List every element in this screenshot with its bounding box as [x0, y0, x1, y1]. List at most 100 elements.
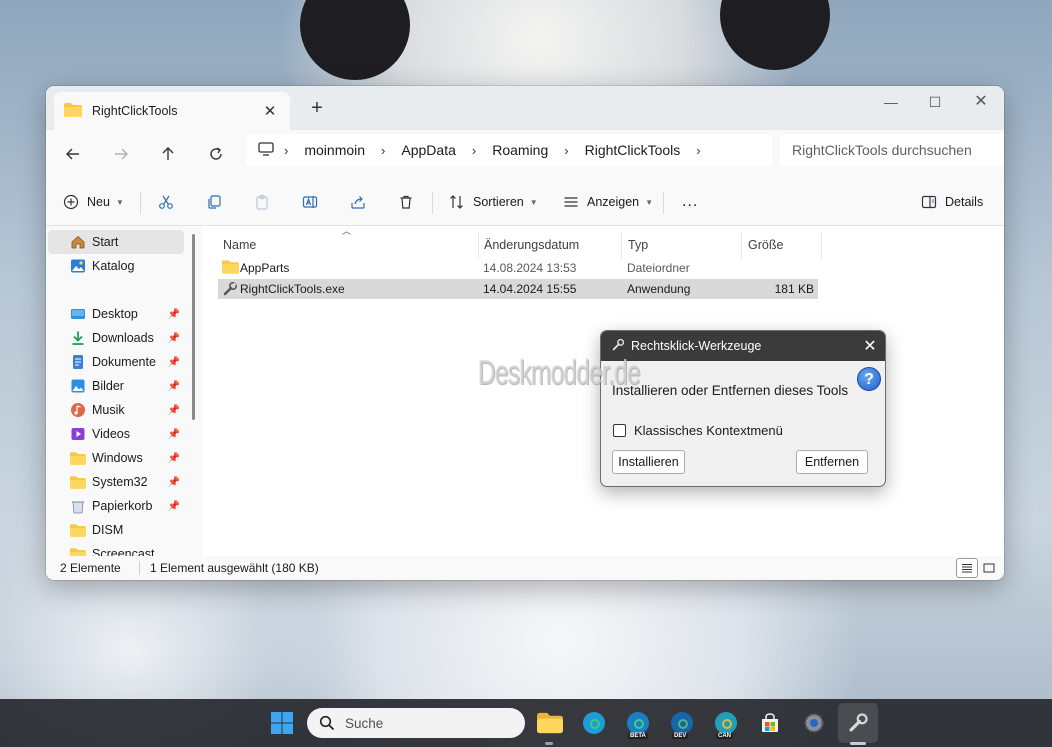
sidebar-item-label: Bilder: [92, 379, 124, 393]
details-button[interactable]: Details: [921, 190, 983, 214]
minimize-icon[interactable]: —: [868, 90, 914, 116]
new-label: Neu: [87, 195, 110, 209]
chevron-right-icon[interactable]: ›: [381, 143, 385, 158]
column-header-name[interactable]: Name: [219, 232, 479, 258]
explorer-tab[interactable]: RightClickTools ✕: [54, 92, 290, 130]
install-button[interactable]: Installieren: [612, 450, 685, 474]
rechtsklick-werkzeuge-dialog: Rechtsklick-Werkzeuge ✕ ? Installieren o…: [600, 330, 886, 487]
edge-beta-icon[interactable]: BETA: [624, 709, 652, 739]
sidebar-item-label: Windows: [92, 451, 143, 465]
dialog-title-bar: Rechtsklick-Werkzeuge ✕: [601, 331, 885, 361]
back-arrow-icon[interactable]: [59, 140, 87, 168]
up-arrow-icon[interactable]: [154, 140, 182, 168]
pin-icon[interactable]: 📌: [168, 405, 180, 416]
toolbar-divider: [663, 192, 664, 214]
details-view-icon[interactable]: [956, 558, 978, 578]
address-bar[interactable]: › moinmoin › AppData › Roaming › RightCl…: [246, 134, 772, 166]
pin-icon[interactable]: 📌: [168, 453, 180, 464]
sidebar-item-screencast[interactable]: Screencast: [48, 542, 184, 556]
chevron-right-icon[interactable]: ›: [564, 143, 568, 158]
cut-button[interactable]: [158, 190, 174, 214]
pin-icon[interactable]: 📌: [168, 501, 180, 512]
details-label: Details: [945, 195, 984, 209]
sidebar-item-system32[interactable]: System32 📌: [48, 470, 184, 494]
copy-icon: [208, 195, 221, 209]
forward-arrow-icon[interactable]: [107, 140, 135, 168]
breadcrumb-moinmoin[interactable]: moinmoin: [304, 142, 365, 158]
help-icon[interactable]: ?: [857, 367, 881, 391]
new-tab-icon[interactable]: +: [306, 97, 328, 120]
refresh-icon[interactable]: [202, 140, 230, 168]
pin-icon[interactable]: 📌: [168, 477, 180, 488]
breadcrumb-roaming[interactable]: Roaming: [492, 142, 548, 158]
sidebar-item-videos[interactable]: Videos 📌: [48, 422, 184, 446]
file-type: Anwendung: [627, 282, 691, 296]
rightclicktools-icon[interactable]: [844, 709, 872, 737]
this-pc-icon[interactable]: [258, 141, 274, 159]
close-tab-icon[interactable]: ✕: [260, 102, 280, 120]
paste-button[interactable]: [254, 190, 270, 214]
breadcrumb-rightclicktools[interactable]: RightClickTools: [585, 142, 681, 158]
folder-icon: [64, 102, 82, 120]
sidebar-item-papierkorb[interactable]: Papierkorb 📌: [48, 494, 184, 518]
videos-icon: [70, 426, 86, 442]
chevron-down-icon: ▼: [645, 197, 654, 207]
title-bar: RightClickTools ✕ + — ☐ ✕: [46, 86, 1004, 130]
checkbox-box[interactable]: [613, 424, 626, 437]
toolbar-divider: [140, 192, 141, 214]
remove-button[interactable]: Entfernen: [796, 450, 868, 474]
sidebar-item-start[interactable]: Start: [48, 230, 184, 254]
pin-icon[interactable]: 📌: [168, 429, 180, 440]
edge-icon[interactable]: [580, 709, 608, 737]
classic-context-menu-checkbox[interactable]: Klassisches Kontextmenü: [613, 423, 783, 438]
column-header-date[interactable]: Änderungsdatum: [480, 232, 622, 258]
pin-icon[interactable]: 📌: [168, 357, 180, 368]
chevron-right-icon[interactable]: ›: [696, 143, 700, 158]
more-options-icon[interactable]: ...: [682, 190, 698, 214]
share-icon: [351, 196, 365, 209]
maximize-icon[interactable]: ☐: [912, 90, 958, 116]
sidebar-item-windows[interactable]: Windows 📌: [48, 446, 184, 470]
chevron-right-icon[interactable]: ›: [472, 143, 476, 158]
pin-icon[interactable]: 📌: [168, 333, 180, 344]
copy-button[interactable]: [206, 190, 222, 214]
scissors-icon: [159, 195, 173, 209]
close-window-icon[interactable]: ✕: [958, 90, 1004, 116]
edge-dev-icon[interactable]: DEV: [668, 709, 696, 739]
sidebar-item-katalog[interactable]: Katalog: [48, 254, 184, 278]
column-header-type[interactable]: Typ: [624, 232, 742, 258]
view-button[interactable]: Anzeigen ▼: [563, 190, 653, 214]
settings-gear-icon[interactable]: [800, 709, 828, 737]
taskbar-search-input[interactable]: Suche: [307, 708, 525, 738]
table-row[interactable]: AppParts 14.08.2024 13:53 Dateiordner: [218, 258, 818, 278]
sidebar-item-dokumente[interactable]: Dokumente 📌: [48, 350, 184, 374]
pin-icon[interactable]: 📌: [168, 381, 180, 392]
share-button[interactable]: [350, 190, 366, 214]
column-header-size[interactable]: Größe: [744, 232, 822, 258]
new-button[interactable]: Neu ▼: [63, 190, 124, 214]
sidebar-item-downloads[interactable]: Downloads 📌: [48, 326, 184, 350]
folder-icon: [222, 260, 239, 277]
breadcrumb-appdata[interactable]: AppData: [401, 142, 455, 158]
rename-button[interactable]: [302, 190, 318, 214]
search-input[interactable]: RightClickTools durchsuchen: [780, 134, 1004, 166]
sidebar-item-musik[interactable]: Musik 📌: [48, 398, 184, 422]
sidebar-item-dism[interactable]: DISM: [48, 518, 184, 542]
chevron-right-icon[interactable]: ›: [284, 143, 288, 158]
file-explorer-icon[interactable]: [536, 709, 564, 737]
downloads-icon: [70, 330, 86, 346]
sort-button[interactable]: Sortieren ▼: [449, 190, 538, 214]
delete-button[interactable]: [398, 190, 414, 214]
pin-icon[interactable]: 📌: [168, 309, 180, 320]
close-icon[interactable]: ✕: [855, 336, 885, 356]
sidebar-item-bilder[interactable]: Bilder 📌: [48, 374, 184, 398]
microsoft-store-icon[interactable]: [756, 709, 784, 737]
sidebar-item-label: DISM: [92, 523, 124, 537]
windows-start-icon[interactable]: [268, 709, 296, 737]
table-row[interactable]: RightClickTools.exe 14.04.2024 15:55 Anw…: [218, 279, 818, 299]
sidebar-scrollbar[interactable]: [192, 234, 195, 420]
tiles-view-icon[interactable]: [978, 558, 1000, 578]
view-icon: [564, 197, 578, 207]
sidebar-item-desktop[interactable]: Desktop 📌: [48, 302, 184, 326]
edge-canary-icon[interactable]: CAN: [712, 709, 740, 739]
